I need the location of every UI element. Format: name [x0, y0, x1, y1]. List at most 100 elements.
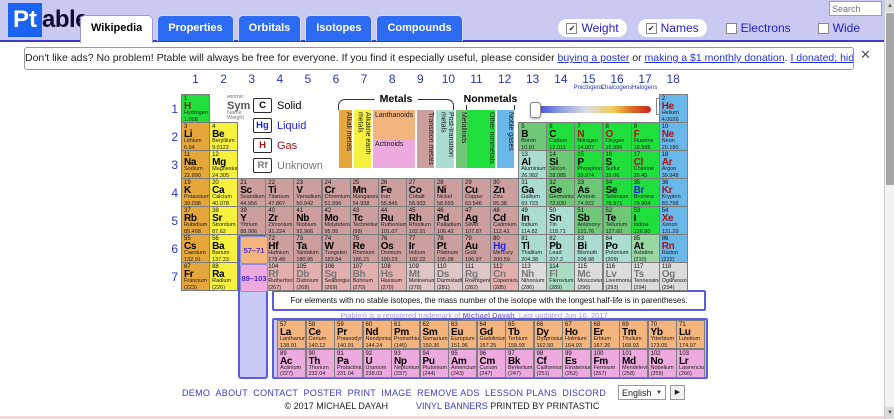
toggle-weight[interactable]: ✔ Weight [558, 19, 627, 37]
element-Fe[interactable]: 26 Fe Iron 55.845 [377, 178, 407, 207]
element-Se[interactable]: 34 Se Selenium 78.971 [602, 178, 632, 207]
element-Cm[interactable]: 96 Cm Curium (247) [476, 348, 506, 378]
element-O[interactable]: 8 O Oxygen 15.999 [602, 122, 632, 151]
category-ak[interactable]: Alkali metals [339, 110, 352, 168]
hide-message-link[interactable]: I donated; hide this message. [790, 52, 853, 64]
element-Ts[interactable]: 117 Ts Tennessine (294) [630, 262, 660, 291]
element-Ti[interactable]: 22 Ti Titanium 47.867 [265, 178, 295, 207]
element-F[interactable]: 9 F Fluorine 18.998 [630, 122, 660, 151]
element-Y[interactable]: 39 Y Yttrium 88.906 [237, 206, 267, 235]
state-legend-solid[interactable]: C Solid [253, 98, 301, 113]
language-select[interactable]: English ▼ [618, 385, 666, 400]
element-Cd[interactable]: 48 Cd Cadmium 112.41 [490, 206, 520, 235]
element-Rb[interactable]: 37 Rb Rubidium 85.468 [181, 206, 210, 235]
element-Tc[interactable]: 43 Tc Technetium (98) [349, 206, 379, 235]
element-Pm[interactable]: 61PmPromethium(145) [391, 320, 420, 349]
tab-properties[interactable]: Properties [157, 15, 234, 41]
element-Cu[interactable]: 29 Cu Copper 63.546 [462, 178, 491, 207]
element-Hg[interactable]: 80 Hg Mercury 200.59 [490, 234, 520, 263]
element-Fr[interactable]: 87 Fr Francium (223) [181, 262, 210, 291]
element-Dy[interactable]: 66DyDysprosium162.50 [533, 320, 563, 349]
category-ac[interactable]: Actinoids [373, 139, 415, 168]
scroll-down-icon[interactable]: ▼ [885, 407, 894, 419]
category-tm[interactable]: Transition metals [417, 110, 434, 168]
category-pt[interactable]: Post-transition metals [436, 110, 454, 168]
michael-dayah-link[interactable]: Michael Dayah [463, 311, 515, 320]
element-Ag[interactable]: 47 Ag Silver 107.87 [462, 206, 491, 235]
element-Ds[interactable]: 110DsDarmstadtium(281) [433, 262, 463, 291]
slider-handle[interactable] [530, 102, 541, 118]
footer-link-demo[interactable]: DEMO [182, 388, 210, 398]
element-Nh[interactable]: 113 Nh Nihonium (286) [518, 262, 548, 291]
element-In[interactable]: 49 In Indium 114.82 [518, 206, 548, 235]
category-nm[interactable]: Other nonmetals [467, 110, 495, 168]
scroll-up-icon[interactable]: ▲ [885, 0, 894, 12]
toggle-names[interactable]: ✔ Names [637, 19, 707, 37]
element-Pd[interactable]: 46 Pd Palladium 106.42 [433, 206, 463, 235]
element-Kr[interactable]: 36 Kr Krypton 83.798 [658, 178, 688, 207]
toggle-electrons[interactable]: Electrons [718, 19, 799, 37]
placeholder-89–103[interactable]: 89–103 [240, 264, 268, 292]
element-Rn[interactable]: 86 Rn Radon (222) [658, 234, 688, 263]
element-H[interactable]: 1 H Hydrogen 1.008 [181, 94, 210, 123]
element-Eu[interactable]: 63 Eu Europium 151.96 [448, 320, 477, 349]
element-K[interactable]: 19 K Potassium 39.098 [181, 178, 210, 207]
element-Ge[interactable]: 32 Ge Germanium 72.630 [546, 178, 576, 207]
element-Cn[interactable]: 112CnCopernicium(285) [490, 262, 520, 291]
element-Bh[interactable]: 107 Bh Bohrium (270) [349, 262, 379, 291]
element-Pt[interactable]: 78 Pt Platinum 195.08 [433, 234, 463, 263]
element-Lu[interactable]: 71 Lu Lutetium 174.97 [676, 320, 705, 349]
element-Sr[interactable]: 38 Sr Strontium 87.62 [209, 206, 239, 235]
footer-link-poster[interactable]: POSTER [304, 388, 343, 398]
element-Ni[interactable]: 28 Ni Nickel 58.693 [433, 178, 463, 207]
element-Og[interactable]: 118 Og Oganesson (294) [658, 262, 688, 291]
element-Xe[interactable]: 54 Xe Xenon 131.29 [658, 206, 688, 235]
element-Er[interactable]: 68 Er Erbium 167.26 [590, 320, 620, 349]
scrollbar[interactable]: ▲ ▼ [884, 0, 894, 419]
element-Ta[interactable]: 73 Ta Tantalum 180.95 [293, 234, 323, 263]
element-Mg[interactable]: 12 Mg Magnesium 24.305 [209, 150, 239, 179]
vinyl-banners-link[interactable]: VINYL BANNERS [416, 401, 488, 411]
element-Ac[interactable]: 89 Ac Actinium (227) [277, 348, 306, 378]
element-Li[interactable]: 3 Li Lithium 6.94 [181, 122, 210, 151]
footer-link-discord[interactable]: DISCORD [562, 388, 606, 398]
element-Cl[interactable]: 17 Cl Chlorine 35.45 [630, 150, 660, 179]
element-Rh[interactable]: 45 Rh Rhodium 102.91 [405, 206, 435, 235]
tab-orbitals[interactable]: Orbitals [237, 15, 302, 41]
element-Zr[interactable]: 40 Zr Zirconium 91.224 [265, 206, 295, 235]
element-Si[interactable]: 14 Si Silicon 28.085 [546, 150, 576, 179]
element-La[interactable]: 57 La Lanthanum 138.91 [277, 320, 306, 349]
element-Am[interactable]: 95 Am Americium (243) [448, 348, 477, 378]
element-Pa[interactable]: 91PaProtactinium231.04 [334, 348, 363, 378]
element-Sm[interactable]: 62 Sm Samarium 150.36 [419, 320, 449, 349]
element-U[interactable]: 92 U Uranium 238.03 [362, 348, 392, 378]
element-Cr[interactable]: 24 Cr Chromium 51.996 [321, 178, 351, 207]
element-P[interactable]: 15PPhosphorus30.974 [574, 150, 604, 179]
element-Ne[interactable]: 10 Ne Neon 20.180 [658, 122, 688, 151]
element-Np[interactable]: 93 Np Neptunium (237) [391, 348, 420, 378]
element-Pb[interactable]: 82 Pb Lead 207.2 [546, 234, 576, 263]
element-He[interactable]: 2 He Helium 4.0026 [658, 94, 688, 123]
toggle-wide[interactable]: Wide [810, 19, 868, 37]
element-Lr[interactable]: 103LrLawrencium(266) [676, 348, 705, 378]
element-W[interactable]: 74 W Tungsten 183.84 [321, 234, 351, 263]
element-C[interactable]: 6 C Carbon 12.011 [546, 122, 576, 151]
element-Pu[interactable]: 94 Pu Plutonium (244) [419, 348, 449, 378]
element-Sg[interactable]: 106SgSeaborgium(269) [321, 262, 351, 291]
element-Na[interactable]: 11 Na Sodium 22.990 [181, 150, 210, 179]
language-go-button[interactable]: ▶ [670, 385, 685, 400]
element-Mc[interactable]: 115 Mc Moscovium (290) [574, 262, 604, 291]
element-Ce[interactable]: 58 Ce Cerium 140.12 [305, 320, 335, 349]
element-Ho[interactable]: 67 Ho Holmium 164.93 [562, 320, 591, 349]
element-At[interactable]: 85 At Astatine (210) [630, 234, 660, 263]
element-Br[interactable]: 35 Br Bromine 79.904 [630, 178, 660, 207]
element-Lv[interactable]: 116LvLivermorium(293) [602, 262, 632, 291]
category-md[interactable]: Metalloids [456, 110, 467, 168]
search-input[interactable] [829, 1, 882, 16]
element-Ar[interactable]: 18 Ar Argon 39.948 [658, 150, 688, 179]
state-legend-gas[interactable]: H Gas [253, 138, 297, 153]
element-Au[interactable]: 79 Au Gold 196.97 [462, 234, 491, 263]
element-Nb[interactable]: 41 Nb Niobium 92.906 [293, 206, 323, 235]
element-Re[interactable]: 75 Re Rhenium 186.21 [349, 234, 379, 263]
element-Fm[interactable]: 100 Fm Fermium (257) [590, 348, 620, 378]
